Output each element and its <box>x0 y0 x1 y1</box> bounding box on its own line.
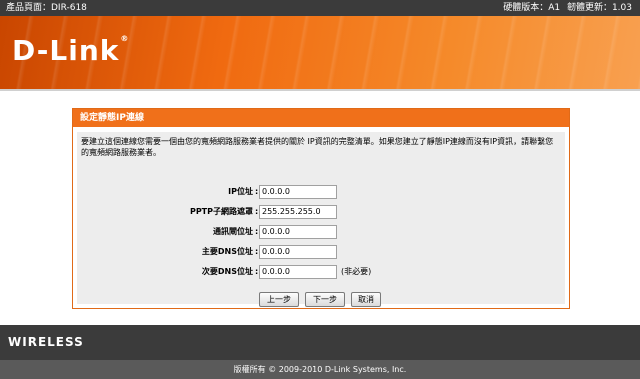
gateway-label: 通訊閘位址 <box>213 227 253 236</box>
primary-dns-input[interactable]: 0.0.0.0 <box>259 245 337 259</box>
optional-note: (非必要) <box>341 267 372 276</box>
secondary-dns-row: 次要DNS位址 : 0.0.0.0 (非必要) <box>77 264 565 280</box>
top-info-bar: 產品頁面：DIR-618 硬體版本：A1 韌體更新：1.03 <box>0 0 640 16</box>
subnet-mask-label: PPTP子網路遮罩 <box>189 207 253 216</box>
next-button[interactable]: 下一步 <box>305 292 345 307</box>
version-info: 硬體版本：A1 韌體更新：1.03 <box>499 0 632 16</box>
intro-text: 要建立這個連線您需要一個由您的寬頻網路服務業者提供的關於 IP資訊的完整清單。如… <box>81 137 554 157</box>
ip-address-label: IP位址 <box>228 187 253 196</box>
primary-dns-row: 主要DNS位址 : 0.0.0.0 <box>77 244 565 260</box>
subnet-mask-row: PPTP子網路遮罩 : 255.255.255.0 <box>77 204 565 220</box>
copyright-text: 版權所有 © 2009-2010 D-Link Systems, Inc. <box>0 360 640 379</box>
hardware-version-label: 硬體版本：A1 <box>503 3 561 13</box>
dlink-logo: D-Link® <box>12 34 130 67</box>
main-content: 設定靜態IP連線 要建立這個連線您需要一個由您的寬頻網路服務業者提供的關於 IP… <box>0 91 640 325</box>
gateway-row: 通訊閘位址 : 0.0.0.0 <box>77 224 565 240</box>
primary-dns-label: 主要DNS位址 <box>201 247 253 256</box>
cancel-button[interactable]: 取消 <box>351 292 381 307</box>
secondary-dns-input[interactable]: 0.0.0.0 <box>259 265 337 279</box>
prev-button[interactable]: 上一步 <box>259 292 299 307</box>
footer-bar: WIRELESS <box>0 325 640 360</box>
ip-address-input[interactable]: 0.0.0.0 <box>259 185 337 199</box>
ip-address-row: IP位址 : 0.0.0.0 <box>77 184 565 200</box>
static-ip-panel: 設定靜態IP連線 要建立這個連線您需要一個由您的寬頻網路服務業者提供的關於 IP… <box>72 108 570 309</box>
wireless-brand: WIRELESS <box>8 335 84 349</box>
firmware-version-label: 韌體更新：1.03 <box>566 3 632 13</box>
gateway-input[interactable]: 0.0.0.0 <box>259 225 337 239</box>
panel-title: 設定靜態IP連線 <box>73 109 569 127</box>
panel-body: 要建立這個連線您需要一個由您的寬頻網路服務業者提供的關於 IP資訊的完整清單。如… <box>77 132 565 307</box>
header-banner: D-Link® <box>0 16 640 89</box>
subnet-mask-input[interactable]: 255.255.255.0 <box>259 205 337 219</box>
product-page-label: 產品頁面：DIR-618 <box>6 3 87 13</box>
secondary-dns-label: 次要DNS位址 <box>201 267 253 276</box>
